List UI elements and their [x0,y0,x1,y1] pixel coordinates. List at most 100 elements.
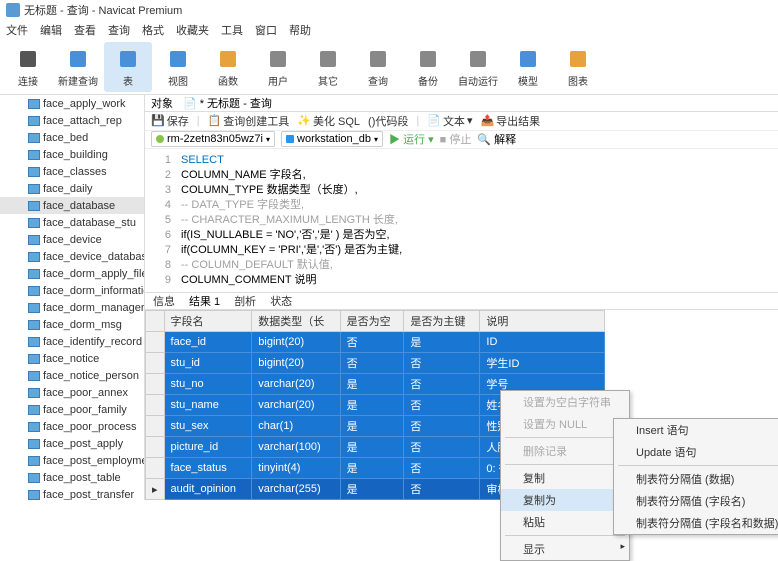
run-button[interactable]: ▶ 运行 ▾ [389,131,434,147]
cell[interactable]: face_id [164,332,252,353]
tree-item[interactable]: face_poor_process [0,418,144,435]
tree-item[interactable]: face_database_stu [0,214,144,231]
submenu-tab-fields[interactable]: 制表符分隔值 (字段名) [614,490,778,512]
context-menu[interactable]: 设置为空白字符串 设置为 NULL 删除记录 复制 复制为 粘贴 显示 [500,390,630,561]
code-segment-button[interactable]: ()代码段 [368,113,408,129]
cell[interactable]: 否 [404,374,480,395]
tool-用户[interactable]: 用户 [254,42,302,92]
cell[interactable]: ID [480,332,605,353]
cell[interactable]: varchar(255) [252,479,340,500]
tab-object[interactable]: 对象 [151,95,173,111]
tree-item[interactable]: face_dorm_manager [0,299,144,316]
cell[interactable]: 否 [340,353,404,374]
cell[interactable]: bigint(20) [252,332,340,353]
cell[interactable]: 是 [340,395,404,416]
query-builder-button[interactable]: 📋 查询创建工具 [208,113,290,129]
menu-item[interactable]: 文件 [6,22,28,38]
menu-item[interactable]: 编辑 [40,22,62,38]
tree-item[interactable]: face_post_employment [0,452,144,469]
tree-item[interactable]: face_building [0,146,144,163]
tree-item[interactable]: face_dorm_information [0,282,144,299]
submenu-insert[interactable]: Insert 语句 [614,419,778,441]
tree-item[interactable]: face_post_table [0,469,144,486]
menu-item[interactable]: 收藏夹 [176,22,209,38]
tool-函数[interactable]: 函数 [204,42,252,92]
submenu-update[interactable]: Update 语句 [614,441,778,463]
cell[interactable]: varchar(100) [252,437,340,458]
tree-item[interactable]: face_bed [0,129,144,146]
tool-连接[interactable]: 连接 [4,42,52,92]
cell[interactable]: stu_no [164,374,252,395]
menu-copy[interactable]: 复制 [501,467,629,489]
tree-item[interactable]: face_post_apply [0,435,144,452]
context-submenu[interactable]: Insert 语句 Update 语句 制表符分隔值 (数据) 制表符分隔值 (… [613,418,778,535]
menu-item[interactable]: 格式 [142,22,164,38]
beautify-sql-button[interactable]: ✨ 美化 SQL [297,113,360,129]
cell[interactable]: 是 [340,437,404,458]
tool-自动运行[interactable]: 自动运行 [454,42,502,92]
text-button[interactable]: 📄 文本 ▾ [427,113,472,129]
menu-item[interactable]: 工具 [221,22,243,38]
tab-status[interactable]: 状态 [270,293,292,309]
menu-item[interactable]: 查看 [74,22,96,38]
object-tree[interactable]: face_apply_workface_attach_repface_bedfa… [0,95,145,500]
tab-result1[interactable]: 结果 1 [189,293,220,309]
menu-copy-as[interactable]: 复制为 [501,489,629,511]
tab-info[interactable]: 信息 [153,293,175,309]
cell[interactable]: 学生ID [480,353,605,374]
cell[interactable]: 否 [340,332,404,353]
tree-item[interactable]: face_device [0,231,144,248]
sql-editor[interactable]: 1SELECT2 COLUMN_NAME 字段名,3 COLUMN_TYPE 数… [145,149,778,292]
save-button[interactable]: 💾 保存 [151,113,189,129]
cell[interactable]: 否 [404,416,480,437]
db-selector[interactable]: workstation_db▾ [281,131,383,147]
cell[interactable]: 是 [340,416,404,437]
tool-模型[interactable]: 模型 [504,42,552,92]
cell[interactable]: varchar(20) [252,374,340,395]
tree-item[interactable]: face_daily [0,180,144,197]
tree-item[interactable]: face_identify_record [0,333,144,350]
submenu-tab-data[interactable]: 制表符分隔值 (数据) [614,468,778,490]
cell[interactable]: stu_id [164,353,252,374]
tree-item[interactable]: face_poor_annex [0,384,144,401]
tool-表[interactable]: 表 [104,42,152,92]
cell[interactable]: face_status [164,458,252,479]
tool-其它[interactable]: 其它 [304,42,352,92]
tree-item[interactable]: face_attach_rep [0,112,144,129]
cell[interactable]: varchar(20) [252,395,340,416]
tree-item[interactable]: face_database [0,197,144,214]
cell[interactable]: 否 [404,479,480,500]
tree-item[interactable]: face_post_transfer [0,486,144,500]
col-header[interactable]: 是否为空 [340,311,404,332]
cell[interactable]: tinyint(4) [252,458,340,479]
cell[interactable]: 否 [404,437,480,458]
cell[interactable]: char(1) [252,416,340,437]
cell[interactable]: picture_id [164,437,252,458]
col-header[interactable]: 字段名 [164,311,252,332]
tab-query[interactable]: 📄 * 无标题 - 查询 [183,95,272,111]
tree-item[interactable]: face_notice [0,350,144,367]
menu-item[interactable]: 查询 [108,22,130,38]
cell[interactable]: 是 [404,332,480,353]
tree-item[interactable]: face_notice_person [0,367,144,384]
tree-item[interactable]: face_device_database [0,248,144,265]
cell[interactable]: 否 [404,353,480,374]
submenu-tab-both[interactable]: 制表符分隔值 (字段名和数据) [614,512,778,534]
tree-item[interactable]: face_poor_family [0,401,144,418]
tab-profile[interactable]: 剖析 [234,293,256,309]
menu-paste[interactable]: 粘贴 [501,511,629,533]
menu-item[interactable]: 帮助 [289,22,311,38]
tool-新建查询[interactable]: 新建查询 [54,42,102,92]
cell[interactable]: bigint(20) [252,353,340,374]
cell[interactable]: 否 [404,395,480,416]
cell[interactable]: audit_opinion [164,479,252,500]
cell[interactable]: 是 [340,458,404,479]
cell[interactable]: 是 [340,374,404,395]
cell[interactable]: 是 [340,479,404,500]
tool-视图[interactable]: 视图 [154,42,202,92]
tree-item[interactable]: face_dorm_apply_file [0,265,144,282]
col-header[interactable]: 说明 [480,311,605,332]
cell[interactable]: stu_sex [164,416,252,437]
col-header[interactable]: 是否为主键 [404,311,480,332]
tool-查询[interactable]: 查询 [354,42,402,92]
